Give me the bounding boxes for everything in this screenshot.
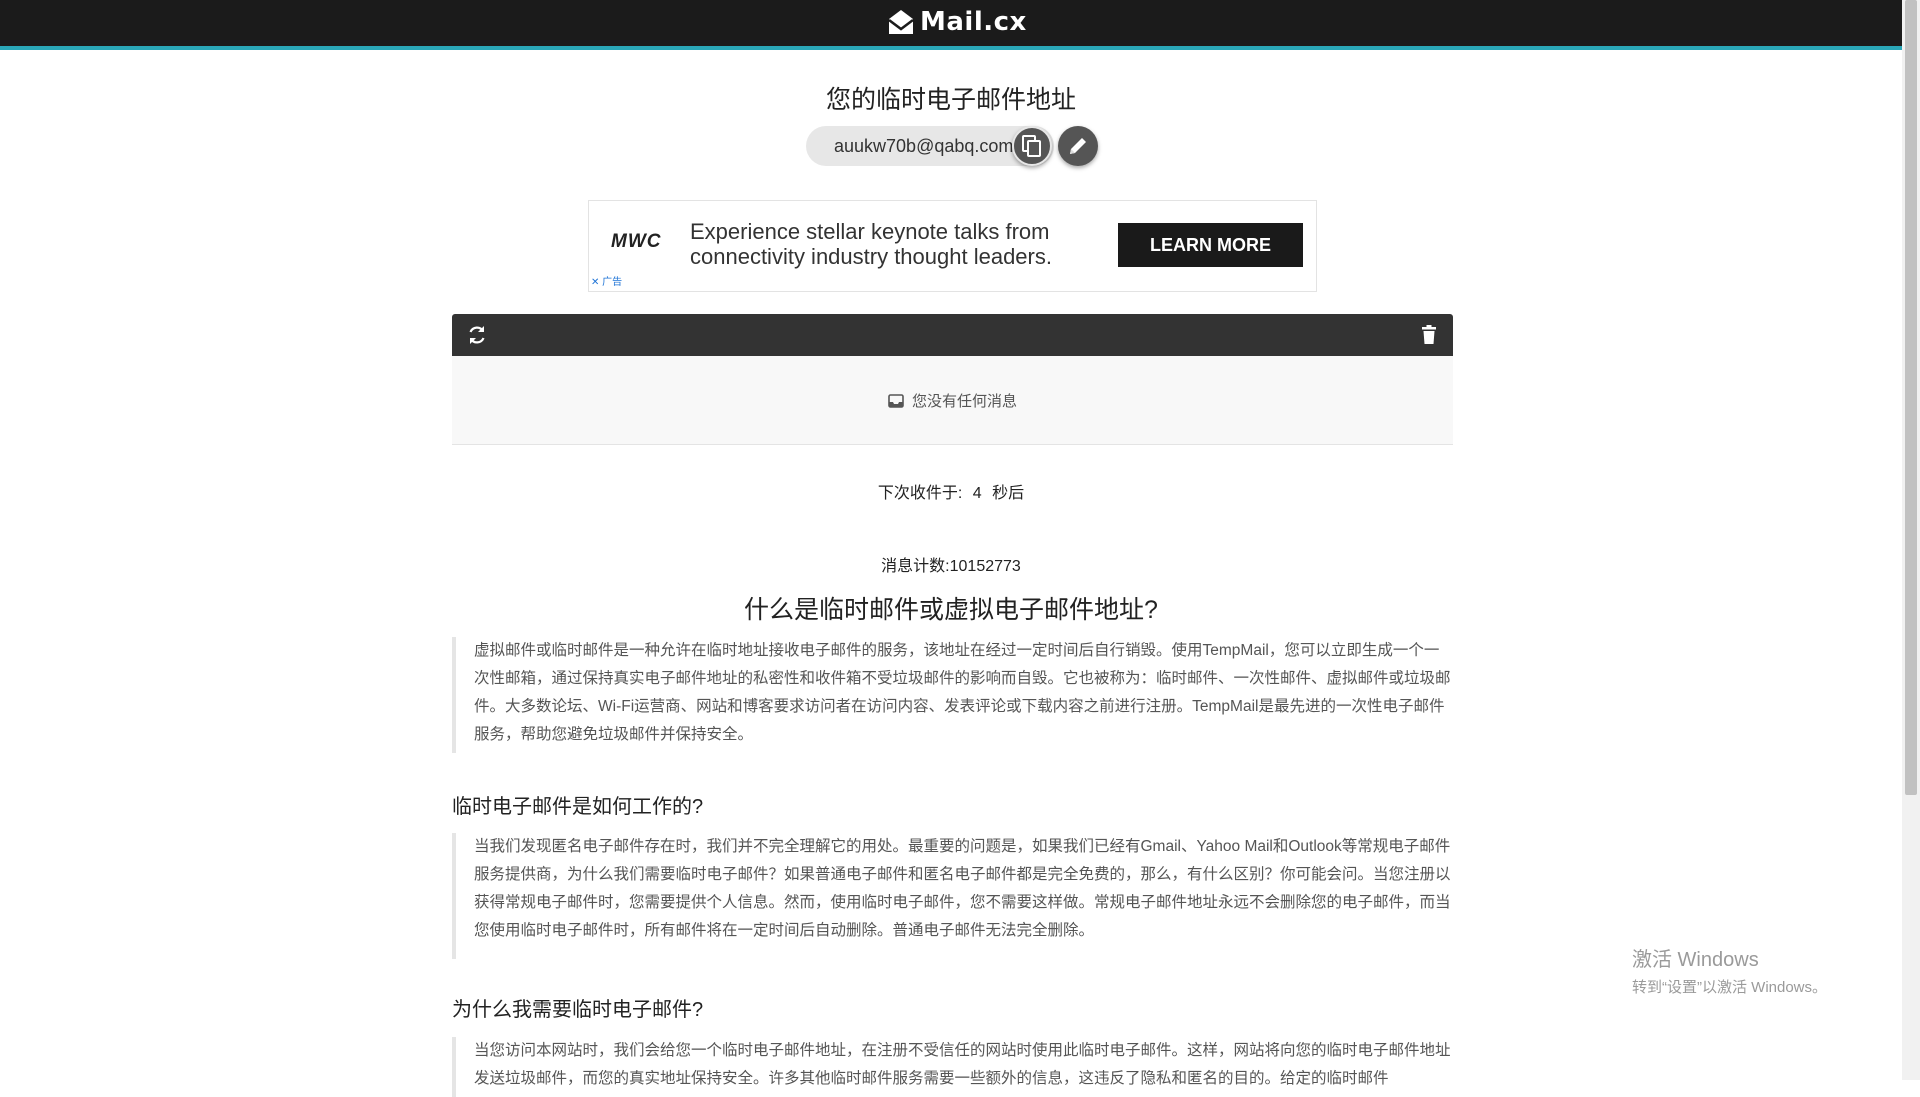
inbox-tray-icon xyxy=(888,393,904,408)
page-scrollbar[interactable] xyxy=(1902,0,1920,1080)
section-heading-how-it-works: 临时电子邮件是如何工作的? xyxy=(452,796,704,818)
logo-text: Mail.cx xyxy=(920,7,1027,37)
empty-inbox-state: 您没有任何消息 xyxy=(452,390,1453,411)
ad-close-tag[interactable]: ✕ 广告 xyxy=(591,273,622,288)
refresh-icon[interactable] xyxy=(466,324,488,346)
inbox-message-list: 您没有任何消息 xyxy=(452,356,1453,445)
ad-brand-logo: MWC xyxy=(611,231,662,252)
email-address-text[interactable]: auukw70b@qabq.com xyxy=(834,136,1013,157)
copy-button[interactable] xyxy=(1012,126,1052,166)
pencil-icon xyxy=(1070,138,1086,154)
inbox-toolbar xyxy=(452,314,1453,356)
faq-heading: 什么是临时邮件或虚拟电子邮件地址? xyxy=(744,596,1158,624)
section-text-why-needed: 当您访问本网站时，我们会给您一个临时电子邮件地址，在注册不受信任的网站时使用此临… xyxy=(452,1037,1451,1097)
countdown-value: 4 xyxy=(972,485,982,502)
message-count: 消息计数:10152773 xyxy=(881,558,1021,575)
refresh-countdown: 下次收件于: 4 秒后 xyxy=(0,479,1902,503)
trash-icon[interactable] xyxy=(1421,325,1437,345)
page-title: 您的临时电子邮件地址 xyxy=(825,86,1076,114)
section-heading-why-needed: 为什么我需要临时电子邮件? xyxy=(452,999,704,1021)
edit-address-button[interactable] xyxy=(1058,126,1098,166)
empty-inbox-text: 您没有任何消息 xyxy=(911,393,1017,410)
watermark-line-1: 激活 Windows xyxy=(1632,949,1759,971)
scrollbar-thumb[interactable] xyxy=(1905,0,1917,795)
watermark-line-2: 转到“设置”以激活 Windows。 xyxy=(1632,979,1828,996)
faq-intro-text: 虚拟邮件或临时邮件是一种允许在临时地址接收电子邮件的服务，该地址在经过一定时间后… xyxy=(452,637,1451,753)
countdown-suffix: 秒后 xyxy=(992,485,1025,502)
ad-copy: Experience stellar keynote talks from co… xyxy=(690,219,1052,269)
top-navbar: Mail.cx xyxy=(0,0,1902,50)
email-address-row: auukw70b@qabq.com xyxy=(806,126,1102,166)
envelope-logo-icon xyxy=(888,10,914,34)
ad-banner[interactable]: MWC Experience stellar keynote talks fro… xyxy=(588,200,1317,292)
site-logo[interactable]: Mail.cx xyxy=(886,7,1027,37)
countdown-prefix: 下次收件于: xyxy=(877,485,963,502)
ad-learn-more-button[interactable]: LEARN MORE xyxy=(1118,223,1303,267)
copy-icon xyxy=(1022,135,1041,157)
section-text-how-it-works: 当我们发现匿名电子邮件存在时，我们并不完全理解它的用处。最重要的问题是，如果我们… xyxy=(452,833,1451,959)
windows-activation-watermark: 激活 Windows 转到“设置”以激活 Windows。 xyxy=(1632,943,1827,997)
